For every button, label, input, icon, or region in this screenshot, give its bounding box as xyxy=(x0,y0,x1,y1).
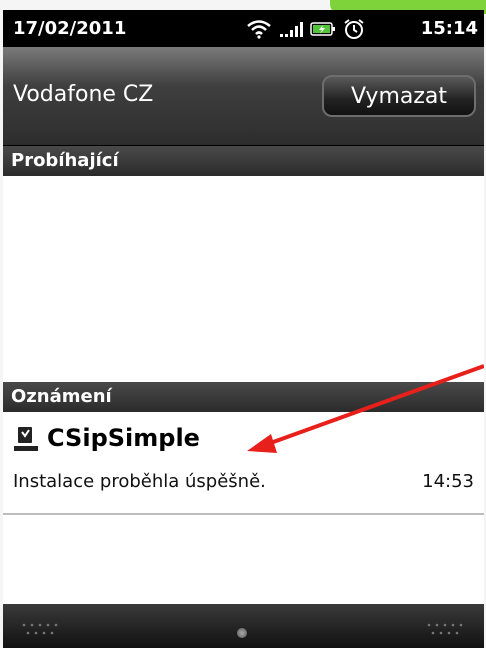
ongoing-list xyxy=(3,176,484,382)
notifications-list: CSipSimple Instalace proběhla úspěšně. 1… xyxy=(3,412,484,604)
clear-button[interactable]: Vymazat xyxy=(322,75,476,117)
notification-header: Vodafone CZ Vymazat xyxy=(3,47,484,146)
notification-time: 14:53 xyxy=(422,471,474,492)
status-bar[interactable]: 17/02/2011 15:14 xyxy=(3,10,484,47)
grip-left-icon xyxy=(22,623,58,635)
status-icons xyxy=(246,17,366,41)
ongoing-section-header: Probíhající xyxy=(3,146,484,176)
notification-item[interactable]: CSipSimple Instalace proběhla úspěšně. 1… xyxy=(3,412,484,515)
screenshot-frame: 17/02/2011 15:14 Vodafone CZ Vymazat Pro… xyxy=(0,0,486,648)
drag-handle[interactable] xyxy=(237,628,247,638)
signal-icon xyxy=(280,22,303,37)
carrier-label: Vodafone CZ xyxy=(13,82,154,107)
status-time: 15:14 xyxy=(420,18,478,39)
notifications-section-header: Oznámení xyxy=(3,382,484,412)
phone-screen: 17/02/2011 15:14 Vodafone CZ Vymazat Pro… xyxy=(3,10,484,648)
notification-message: Instalace proběhla úspěšně. xyxy=(13,471,266,492)
status-date: 17/02/2011 xyxy=(13,18,127,39)
alarm-icon xyxy=(344,19,364,39)
bottom-drag-bar[interactable] xyxy=(3,604,484,648)
grip-right-icon xyxy=(427,623,463,635)
download-done-icon xyxy=(14,427,38,451)
battery-icon xyxy=(310,22,335,36)
wifi-icon xyxy=(247,20,271,39)
notification-app-name: CSipSimple xyxy=(47,424,200,452)
